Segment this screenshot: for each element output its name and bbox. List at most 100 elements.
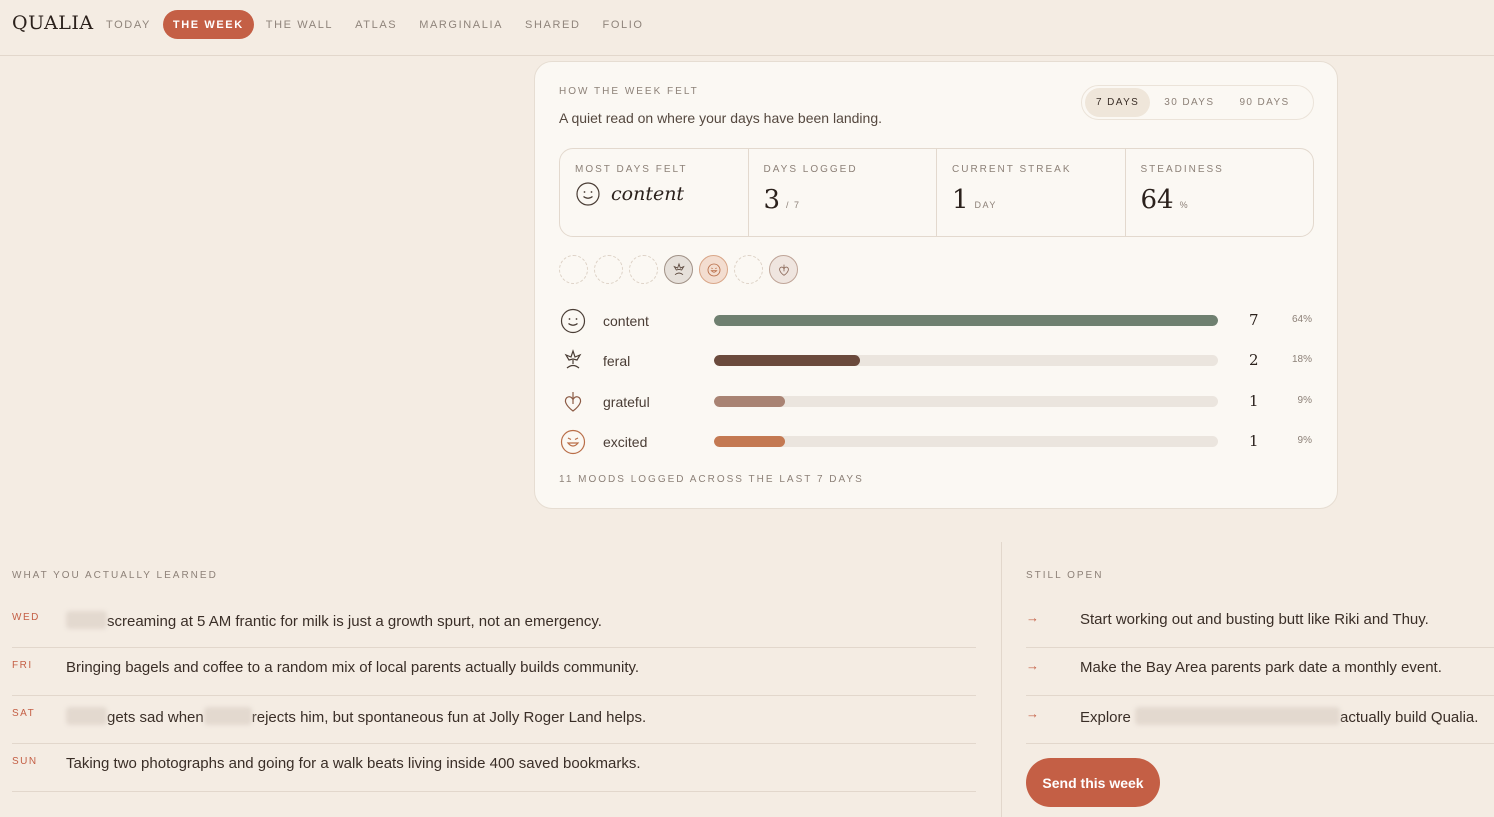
mood-count: 2 (1249, 351, 1259, 369)
mood-name: grateful (603, 394, 650, 410)
stat-current-streak: CURRENT STREAK 1 DAY (937, 149, 1126, 236)
mood-bar-fill (714, 315, 1218, 326)
stat-label: MOST DAYS FELT (575, 164, 688, 175)
learned-section: WHAT YOU ACTUALLY LEARNED WED screaming … (12, 570, 976, 792)
stat-label: DAYS LOGGED (763, 164, 858, 175)
open-text-part: actually build Qualia. (1340, 709, 1479, 726)
tab-the-week[interactable]: THE WEEK (162, 10, 254, 39)
open-text: Make the Bay Area parents park date a mo… (1080, 659, 1442, 676)
learned-day: SUN (12, 756, 38, 767)
mood-count: 7 (1249, 311, 1259, 329)
mood-percent: 64% (1291, 314, 1312, 325)
still-open-list: → Start working out and busting butt lik… (1026, 600, 1494, 744)
mood-row-feral: feral 2 18% (559, 346, 1314, 376)
learned-day: WED (12, 612, 40, 623)
redacted-text (1135, 707, 1341, 725)
mood-bar-track (714, 396, 1218, 407)
card-subtitle: A quiet read on where your days have bee… (559, 110, 883, 126)
excited-icon (560, 429, 586, 455)
mood-percent: 9% (1297, 435, 1312, 446)
day-dot-empty[interactable] (629, 255, 658, 284)
learned-text: Bringing bagels and coffee to a random m… (66, 659, 640, 676)
days-logged-suffix: / 7 (786, 200, 801, 210)
steadiness-value: 64 (1140, 185, 1174, 215)
learned-day: SAT (12, 708, 36, 719)
mood-bar-fill (714, 436, 785, 447)
tab-folio[interactable]: FOLIO (593, 10, 654, 39)
app-logo[interactable]: QUALIA (12, 12, 94, 34)
learned-text-rest: screaming at 5 AM frantic for milk is ju… (107, 613, 602, 630)
week-day-dots (559, 255, 804, 284)
open-text-part: Explore (1080, 709, 1131, 726)
days-logged-value: 3 (763, 185, 781, 215)
arrow-right-icon: → (1026, 658, 1039, 673)
streak-value: 1 (952, 185, 969, 215)
mood-bar-track (714, 355, 1218, 366)
tab-shared[interactable]: SHARED (515, 10, 590, 39)
learned-eyebrow: WHAT YOU ACTUALLY LEARNED (12, 570, 218, 581)
day-dot-grateful[interactable] (769, 255, 798, 284)
range-30-days[interactable]: 30 DAYS (1153, 88, 1225, 117)
tab-atlas[interactable]: ATLAS (345, 10, 407, 39)
stat-days-logged: DAYS LOGGED 3 / 7 (749, 149, 937, 236)
stats-strip: MOST DAYS FELT content DAYS LOGGED 3 / 7… (559, 148, 1314, 237)
tab-today[interactable]: TODAY (96, 10, 161, 39)
stat-most-days-felt: MOST DAYS FELT content (560, 149, 749, 236)
range-toggle: 7 DAYS 30 DAYS 90 DAYS (1081, 85, 1314, 120)
day-dot-empty[interactable] (559, 255, 588, 284)
most-days-mood: content (611, 183, 685, 205)
top-navigation: QUALIA TODAY THE WEEK THE WALL ATLAS MAR… (0, 0, 1494, 56)
column-divider (1001, 542, 1002, 817)
mood-name: feral (603, 353, 631, 369)
mood-bar-track (714, 436, 1218, 447)
moods-logged-summary: 11 MOODS LOGGED ACROSS THE LAST 7 DAYS (559, 474, 864, 485)
arrow-right-icon: → (1026, 706, 1039, 721)
mood-percent: 9% (1297, 395, 1312, 406)
day-dot-empty[interactable] (734, 255, 763, 284)
nav-tabs: TODAY THE WEEK THE WALL ATLAS MARGINALIA… (96, 10, 656, 39)
learned-item[interactable]: WED screaming at 5 AM frantic for milk i… (12, 600, 976, 648)
open-text: Start working out and busting butt like … (1080, 611, 1429, 628)
arrow-right-icon: → (1026, 610, 1039, 625)
learned-list: WED screaming at 5 AM frantic for milk i… (12, 600, 976, 792)
still-open-section: STILL OPEN → Start working out and busti… (1026, 570, 1494, 744)
learned-text: gets sad when rejects him, but spontaneou… (66, 707, 646, 726)
open-item[interactable]: → Start working out and busting butt lik… (1026, 600, 1494, 648)
day-dot-feral[interactable] (664, 255, 693, 284)
learned-text-part: gets sad when (107, 709, 204, 726)
smiley-icon (560, 308, 586, 334)
learned-text: screaming at 5 AM frantic for milk is ju… (66, 611, 602, 630)
redacted-name (66, 611, 107, 629)
mood-count: 1 (1249, 432, 1259, 450)
feral-icon (564, 349, 582, 369)
smiley-icon (576, 182, 600, 206)
week-mood-card: HOW THE WEEK FELT A quiet read on where … (534, 61, 1338, 509)
send-this-week-button[interactable]: Send this week (1026, 758, 1160, 807)
open-item[interactable]: → Explore actually build Qualia. (1026, 696, 1494, 744)
range-90-days[interactable]: 90 DAYS (1228, 88, 1300, 117)
card-eyebrow: HOW THE WEEK FELT (559, 86, 699, 97)
learned-text: Taking two photographs and going for a w… (66, 755, 641, 772)
learned-item[interactable]: FRI Bringing bagels and coffee to a rand… (12, 648, 976, 696)
stat-label: CURRENT STREAK (952, 164, 1072, 175)
mood-bar-fill (714, 396, 785, 407)
excited-icon (707, 263, 720, 276)
mood-count: 1 (1249, 392, 1259, 410)
learned-item[interactable]: SUN Taking two photographs and going for… (12, 744, 976, 792)
open-text: Explore actually build Qualia. (1080, 707, 1478, 726)
learned-item[interactable]: SAT gets sad when rejects him, but sponta… (12, 696, 976, 744)
mood-row-excited: excited 1 9% (559, 427, 1314, 457)
mood-name: content (603, 313, 649, 329)
day-dot-excited[interactable] (699, 255, 728, 284)
open-item[interactable]: → Make the Bay Area parents park date a … (1026, 648, 1494, 696)
day-dot-empty[interactable] (594, 255, 623, 284)
range-7-days[interactable]: 7 DAYS (1085, 88, 1151, 117)
steadiness-suffix: % (1179, 200, 1190, 210)
still-open-eyebrow: STILL OPEN (1026, 570, 1104, 581)
stat-steadiness: STEADINESS 64 % (1126, 149, 1314, 236)
tab-marginalia[interactable]: MARGINALIA (409, 10, 513, 39)
grateful-icon (778, 264, 789, 276)
tab-the-wall[interactable]: THE WALL (256, 10, 343, 39)
mood-bar-fill (714, 355, 861, 366)
streak-suffix: DAY (974, 200, 997, 210)
